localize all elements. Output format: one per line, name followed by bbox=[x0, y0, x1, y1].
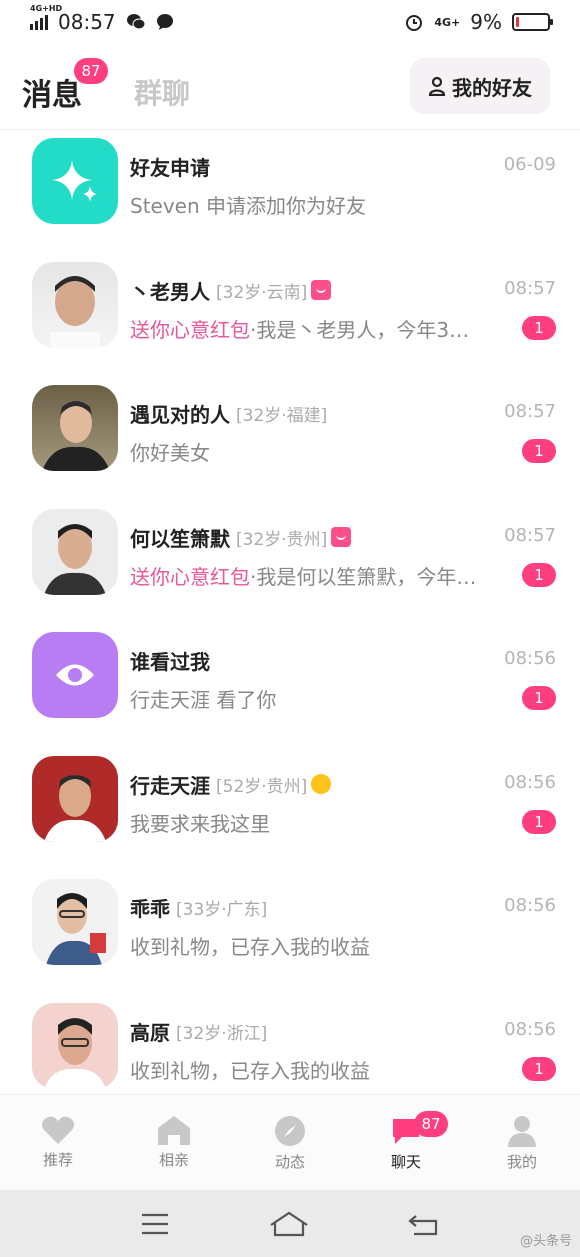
contact-meta: [32岁·云南] bbox=[216, 282, 308, 303]
system-nav-bar bbox=[0, 1190, 580, 1257]
message-time: 08:56 bbox=[504, 771, 556, 793]
contact-name: 行走天涯 bbox=[130, 773, 210, 798]
battery-percent: 9% bbox=[470, 10, 502, 34]
alarm-icon bbox=[406, 15, 423, 31]
nav-label: 我的 bbox=[506, 1153, 537, 1171]
conversation-row[interactable]: 乖乖 [33岁·广东] 08:56 收到礼物，已存入我的收益 bbox=[0, 873, 580, 997]
message-preview: 送你心意红包·我是丶老男人，今年3… bbox=[130, 317, 470, 342]
status-time: 08:57 bbox=[58, 10, 116, 34]
my-friends-label: 我的好友 bbox=[452, 75, 532, 100]
unread-badge: 1 bbox=[522, 562, 556, 587]
message-time: 08:56 bbox=[504, 895, 556, 916]
tab-messages[interactable]: 消息 bbox=[22, 70, 82, 114]
conversation-row[interactable]: 丶老男人 [32岁·云南] 08:57 送你心意红包·我是丶老男人，今年3… 1 bbox=[0, 256, 580, 380]
bottom-nav: 推荐 相亲 动态 聊天 87 我的 bbox=[0, 1094, 580, 1190]
nav-label: 聊天 bbox=[390, 1153, 421, 1171]
contact-name: 丶老男人 bbox=[130, 279, 210, 304]
conversation-row[interactable]: 何以笙箫默 [32岁·贵州] 08:57 送你心意红包·我是何以笙箫默，今年… … bbox=[0, 503, 580, 627]
message-time: 08:57 bbox=[504, 277, 556, 299]
message-time: 08:57 bbox=[504, 524, 556, 546]
message-preview: Steven 申请添加你为好友 bbox=[130, 194, 367, 218]
avatar bbox=[32, 879, 118, 965]
nav-label: 推荐 bbox=[42, 1151, 73, 1169]
contact-name: 谁看过我 bbox=[130, 650, 210, 674]
conversation-row[interactable]: 行走天涯 [52岁·贵州] 08:56 我要求来我这里 1 bbox=[0, 750, 580, 874]
signal-icon: 4G+HD bbox=[30, 4, 62, 30]
contact-name: 乖乖 bbox=[130, 897, 170, 921]
message-preview: 你好美女 bbox=[130, 441, 210, 465]
home-icon[interactable] bbox=[269, 1211, 309, 1237]
wechat-icon bbox=[126, 14, 146, 30]
unread-badge: 1 bbox=[522, 809, 556, 834]
message-icon bbox=[156, 14, 173, 30]
contact-name: 高原 bbox=[130, 1020, 170, 1045]
message-preview: 收到礼物，已存入我的收益 bbox=[130, 1058, 370, 1083]
battery-icon bbox=[512, 13, 553, 31]
header: 消息 87 群聊 我的好友 bbox=[0, 52, 580, 130]
network-label: 4G+ bbox=[434, 15, 461, 29]
nav-mine[interactable]: 我的 bbox=[464, 1095, 580, 1190]
contact-name: 何以笙箫默 bbox=[130, 526, 230, 551]
nav-blind-date[interactable]: 相亲 bbox=[116, 1095, 232, 1190]
avatar bbox=[32, 261, 118, 348]
coin-icon bbox=[311, 774, 332, 794]
avatar bbox=[32, 755, 118, 842]
conversation-list: 好友申请 06-09 Steven 申请添加你为好友 丶老男人 [32岁·云南]… bbox=[0, 132, 580, 1120]
nav-recommend[interactable]: 推荐 bbox=[0, 1095, 116, 1190]
person-icon bbox=[428, 76, 446, 96]
back-icon[interactable] bbox=[408, 1212, 440, 1236]
message-preview: 送你心意红包·我是何以笙箫默，今年… bbox=[130, 564, 477, 589]
person-icon bbox=[508, 1116, 536, 1147]
message-preview: 行走天涯 看了你 bbox=[130, 688, 277, 712]
my-friends-button[interactable]: 我的好友 bbox=[410, 58, 550, 114]
nav-chat[interactable]: 聊天 87 bbox=[348, 1095, 464, 1190]
contact-name: 好友申请 bbox=[130, 156, 210, 180]
avatar bbox=[32, 385, 118, 471]
message-preview: 我要求来我这里 bbox=[130, 811, 270, 836]
avatar bbox=[32, 508, 118, 595]
message-preview: 收到礼物，已存入我的收益 bbox=[130, 935, 370, 959]
message-time: 08:56 bbox=[504, 648, 556, 669]
star-icon bbox=[32, 138, 118, 224]
contact-meta: [32岁·福建] bbox=[236, 406, 328, 426]
contact-meta: [32岁·贵州] bbox=[236, 529, 328, 550]
unread-badge: 1 bbox=[522, 315, 556, 340]
unread-badge: 1 bbox=[522, 439, 556, 463]
status-bar: 4G+HD 08:57 4G+ 9% bbox=[0, 0, 580, 44]
contact-name: 遇见对的人 bbox=[130, 403, 230, 427]
contact-meta: [32岁·浙江] bbox=[176, 1023, 268, 1044]
unread-badge: 1 bbox=[522, 1056, 556, 1081]
red-packet-icon bbox=[331, 527, 352, 547]
nav-moments[interactable]: 动态 bbox=[232, 1095, 348, 1190]
house-icon bbox=[158, 1116, 190, 1145]
message-time: 06-09 bbox=[503, 154, 556, 175]
conversation-row[interactable]: 谁看过我 08:56 行走天涯 看了你 1 bbox=[0, 626, 580, 750]
contact-meta: [33岁·广东] bbox=[176, 900, 268, 920]
eye-icon bbox=[32, 632, 118, 718]
messages-badge: 87 bbox=[74, 58, 108, 84]
tab-group-chat[interactable]: 群聊 bbox=[134, 72, 190, 112]
unread-badge: 1 bbox=[522, 686, 556, 710]
conversation-row[interactable]: 好友申请 06-09 Steven 申请添加你为好友 bbox=[0, 132, 580, 256]
conversation-row[interactable]: 遇见对的人 [32岁·福建] 08:57 你好美女 1 bbox=[0, 379, 580, 503]
compass-icon bbox=[275, 1116, 305, 1146]
message-time: 08:57 bbox=[504, 401, 556, 422]
nav-label: 动态 bbox=[274, 1153, 305, 1171]
heart-icon bbox=[41, 1116, 75, 1144]
avatar bbox=[32, 1002, 118, 1089]
message-time: 08:56 bbox=[504, 1018, 556, 1040]
contact-meta: [52岁·贵州] bbox=[216, 776, 308, 797]
nav-label: 相亲 bbox=[158, 1151, 189, 1169]
chat-badge: 87 bbox=[414, 1111, 448, 1137]
red-packet-icon bbox=[311, 280, 332, 300]
watermark: @头条号 bbox=[519, 1234, 572, 1249]
menu-icon[interactable] bbox=[140, 1212, 170, 1236]
